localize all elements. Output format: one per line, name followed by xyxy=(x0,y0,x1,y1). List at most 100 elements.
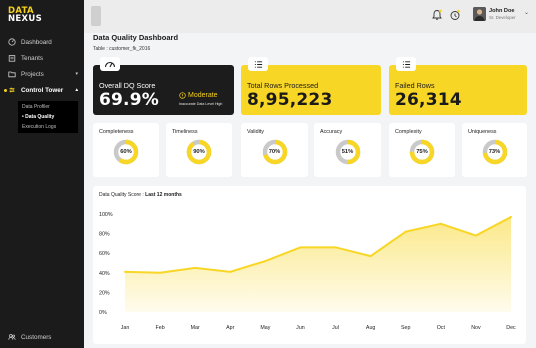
metric-label: Accuracy xyxy=(320,129,343,135)
metric-card-completeness: Completeness 60% xyxy=(93,123,159,177)
subnav-item-data-profiler[interactable]: Data Profiler xyxy=(18,102,78,112)
kpi-overall-dq-score: Overall DQ Score 69.9% Moderate Inaccura… xyxy=(93,57,234,115)
data-point[interactable] xyxy=(229,270,232,273)
metric-card-uniqueness: Uniqueness 73% xyxy=(462,123,527,177)
list-icon xyxy=(254,60,262,68)
user-menu-chevron-icon[interactable]: ⌄ xyxy=(524,9,529,16)
x-tick-label: Jan xyxy=(121,325,130,331)
kpi-value: 26,314 xyxy=(395,90,462,110)
metric-value: 51% xyxy=(341,149,354,155)
x-tick-label: Nov xyxy=(471,325,481,331)
list-icon xyxy=(402,60,410,68)
y-tick-label: 80% xyxy=(99,232,110,238)
metric-label: Uniqueness xyxy=(468,129,497,135)
x-tick-label: Jun xyxy=(296,325,305,331)
kpi-label: Failed Rows xyxy=(395,81,435,90)
kpi-icon-box xyxy=(396,57,416,71)
status-badge: Moderate xyxy=(179,92,218,99)
sidebar-item-customers[interactable]: Customers xyxy=(8,333,51,341)
kpi-value: 69.9% xyxy=(99,90,159,110)
table-info: Table : customer_fk_2016 xyxy=(93,46,151,52)
y-tick-label: 20% xyxy=(99,290,110,296)
notification-bell-icon[interactable] xyxy=(431,9,443,21)
y-tick-label: 40% xyxy=(99,271,110,277)
sidebar-item-label: Customers xyxy=(21,333,52,341)
chart-card-dq-score: Data Quality Score : Last 12 months 0% 20… xyxy=(93,186,526,344)
kpi-label: Total Rows Processed xyxy=(247,81,319,90)
x-tick-label: May xyxy=(260,325,270,331)
subnav-item-label: Data Quality xyxy=(25,114,55,120)
x-tick-label: Feb xyxy=(156,325,165,331)
brand-logo[interactable]: DATA NEXUS xyxy=(8,7,42,24)
sidebar-item-label: Tenants xyxy=(21,54,44,62)
data-point[interactable] xyxy=(299,246,302,249)
control-tower-icon xyxy=(9,87,15,93)
x-tick-label: Apr xyxy=(226,325,234,331)
sidebar-item-label: Projects xyxy=(21,70,44,78)
data-point[interactable] xyxy=(510,215,512,218)
metric-card-timeliness: Timeliness 90% xyxy=(166,123,232,177)
sidebar-item-projects[interactable]: Projects ▾ xyxy=(8,70,78,78)
x-tick-label: Aug xyxy=(366,325,375,331)
chevron-down-icon: ▴ xyxy=(75,87,78,93)
user-avatar-icon xyxy=(473,7,486,21)
data-point[interactable] xyxy=(124,270,126,273)
data-point[interactable] xyxy=(334,246,337,249)
metric-card-complexity: Complexity 75% xyxy=(389,123,455,177)
subnav-item-execution-logs[interactable]: Execution Logs xyxy=(18,122,78,132)
y-tick-label: 100% xyxy=(99,212,113,218)
kpi-icon-box xyxy=(248,57,268,71)
sidebar-item-label: Control Tower xyxy=(21,86,64,94)
x-tick-label: Sep xyxy=(401,325,410,331)
x-tick-label: Jul xyxy=(332,325,339,331)
folder-icon xyxy=(8,71,16,78)
gauge-icon xyxy=(104,61,116,68)
kpi-icon-box xyxy=(100,57,120,71)
status-note: Inaccurate Data Level High xyxy=(179,102,223,106)
history-clock-icon[interactable] xyxy=(449,9,461,21)
metric-label: Complexity xyxy=(395,129,422,135)
brand-line-2: NEXUS xyxy=(8,14,42,24)
metric-label: Timeliness xyxy=(172,129,198,135)
y-tick-label: 0% xyxy=(99,310,107,316)
kpi-total-rows: Total Rows Processed 8,95,223 xyxy=(241,57,381,115)
dashboard-icon xyxy=(8,38,16,46)
metric-value: 70% xyxy=(268,149,281,155)
x-tick-label: Dec xyxy=(506,325,516,331)
area-fill xyxy=(125,216,511,312)
metric-card-validity: Validity 70% xyxy=(241,123,308,177)
data-point[interactable] xyxy=(369,255,372,258)
data-point[interactable] xyxy=(439,222,442,225)
sidebar-item-tenants[interactable]: Tenants xyxy=(8,54,43,62)
data-point[interactable] xyxy=(474,234,477,237)
user-role: Sr. Developer xyxy=(489,15,516,20)
data-point[interactable] xyxy=(159,271,162,274)
metric-value: 60% xyxy=(120,149,132,155)
metric-card-accuracy: Accuracy 51% xyxy=(314,123,381,177)
data-point[interactable] xyxy=(404,230,407,233)
avatar[interactable] xyxy=(473,7,486,21)
metric-label: Validity xyxy=(247,129,264,135)
sidebar-collapse-button[interactable] xyxy=(91,6,101,26)
metric-label: Completeness xyxy=(99,129,134,135)
metric-value: 75% xyxy=(416,149,428,155)
chevron-down-icon: ▾ xyxy=(75,71,78,77)
active-indicator-dot xyxy=(4,89,7,92)
warning-circle-icon xyxy=(179,92,186,99)
sidebar-item-dashboard[interactable]: Dashboard xyxy=(8,38,52,46)
user-name[interactable]: John Doe xyxy=(489,8,514,14)
data-point[interactable] xyxy=(264,260,267,263)
data-point[interactable] xyxy=(194,266,197,269)
area-chart: 0% 20% 40% 60% 80% 100% Jan Feb Mar Apr May Jun Jul A… xyxy=(99,212,516,331)
top-bar: John Doe Sr. Developer ⌄ xyxy=(84,0,536,33)
tenants-icon xyxy=(8,55,16,62)
customers-icon xyxy=(8,334,16,340)
kpi-failed-rows: Failed Rows 26,314 xyxy=(389,57,527,115)
kpi-label: Overall DQ Score xyxy=(99,81,156,90)
sidebar: DATA NEXUS Dashboard Tenants Projects ▾ … xyxy=(0,0,84,348)
sidebar-item-control-tower[interactable]: Control Tower ▴ xyxy=(8,86,78,94)
kpi-value: 8,95,223 xyxy=(247,90,333,110)
status-text: Moderate xyxy=(188,92,218,99)
subnav-item-data-quality[interactable]: • Data Quality xyxy=(18,112,78,122)
x-tick-label: Oct xyxy=(437,325,446,331)
